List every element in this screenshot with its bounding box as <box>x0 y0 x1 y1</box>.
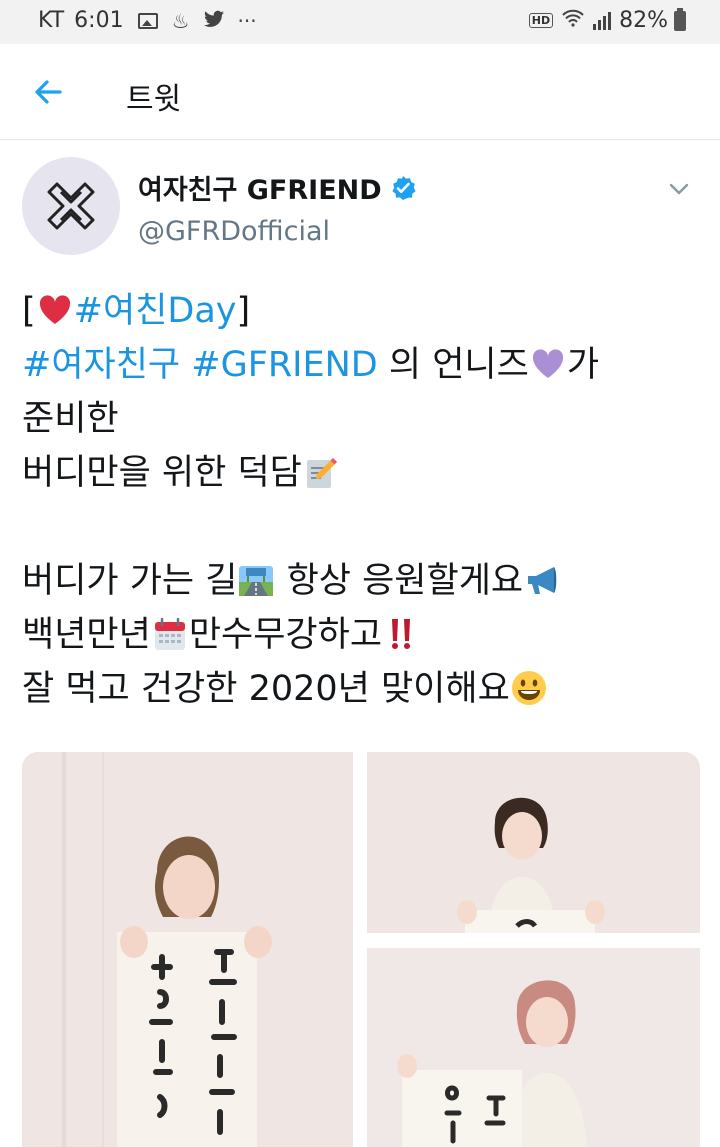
tweet-text-segment: ] <box>236 291 251 331</box>
tweet-text-segment: 만수무강하고 <box>188 615 383 655</box>
battery-icon <box>674 7 686 31</box>
photo-1[interactable] <box>22 752 353 1147</box>
more-notifications: ··· <box>237 8 257 33</box>
author-handle: @GFRDofficial <box>138 216 331 247</box>
tweet-line-2: #여자친구 #GFRIEND 의 언니즈 가 <box>22 338 702 392</box>
tweet-line-1: [ #여친Day] <box>22 284 702 338</box>
wifi-icon <box>561 9 585 32</box>
hashtag-link[interactable]: #GFRIEND <box>191 345 377 385</box>
status-bar: KT 6:01 ♨ ··· HD 82% <box>0 0 720 44</box>
twitter-bird-icon <box>203 9 224 33</box>
back-arrow-icon <box>35 80 62 104</box>
author-row: 여자친구 GFRIEND <box>138 168 416 207</box>
app-header: 트윗 <box>0 44 720 140</box>
purple-heart-icon <box>532 349 563 378</box>
verified-badge-icon <box>392 175 416 200</box>
tweet-line-6: 백년만년 만수무강하고 <box>22 608 702 662</box>
photo-1-image <box>22 752 353 1147</box>
signal-icon <box>591 11 612 30</box>
hashtag-link[interactable]: #여자친구 <box>22 345 180 385</box>
avatar[interactable] <box>22 157 120 255</box>
tweet-text-segment: 의 언니즈 <box>377 345 529 385</box>
tweet-text-segment: [ <box>22 291 36 331</box>
tweet-text-segment: 버디가 가는 길 <box>22 561 238 601</box>
tweet-text-segment: 준비한 <box>22 399 119 439</box>
tweet-text: [ #여친Day] #여자친구 #GFRIEND 의 언니즈 가 준비한 버디만을 … <box>22 284 702 716</box>
clock: 6:01 <box>74 8 124 33</box>
battery-percent: 82% <box>619 8 668 33</box>
motorway-icon <box>239 566 274 596</box>
tweet-line-5: 버디가 가는 길 항상 응원할게요 <box>22 554 702 608</box>
photo-3-image <box>367 948 700 1147</box>
author-name[interactable]: 여자친구 GFRIEND <box>138 168 382 207</box>
double-exclamation-icon <box>392 619 411 649</box>
memo-icon <box>306 458 337 488</box>
red-heart-icon <box>39 295 70 324</box>
tweet-line-7: 잘 먹고 건강한 2020년 맞이해요 <box>22 662 702 716</box>
media-grid <box>22 752 700 1147</box>
tweet-text-segment: 버디만을 위한 덕담 <box>22 453 302 493</box>
tweet-line-3: 준비한 <box>22 392 702 446</box>
megaphone-icon <box>528 567 557 594</box>
calendar-icon <box>154 617 185 650</box>
carrier-label: KT <box>38 8 65 33</box>
photo-3[interactable] <box>367 948 700 1147</box>
gallery-icon <box>137 12 158 29</box>
hashtag-link[interactable]: #여친Day <box>74 291 237 331</box>
hd-voice-icon: HD <box>528 13 554 28</box>
back-button[interactable] <box>30 74 70 110</box>
tweet-line-4: 버디만을 위한 덕담 <box>22 446 702 500</box>
tweet-text-segment: 항상 응원할게요 <box>275 561 524 601</box>
tweet-text-segment: 잘 먹고 건강한 2020년 맞이해요 <box>22 669 510 709</box>
notification-icon: ♨ <box>171 8 190 33</box>
photo-2[interactable] <box>367 752 700 933</box>
tweet-text-segment: 가 <box>566 345 600 385</box>
chevron-down-icon[interactable] <box>668 178 690 200</box>
gfriend-logo-icon <box>47 182 95 230</box>
grinning-face-icon <box>511 671 546 705</box>
page-title: 트윗 <box>126 82 182 117</box>
photo-2-image <box>367 752 700 933</box>
tweet-text-segment: 백년만년 <box>22 615 151 655</box>
